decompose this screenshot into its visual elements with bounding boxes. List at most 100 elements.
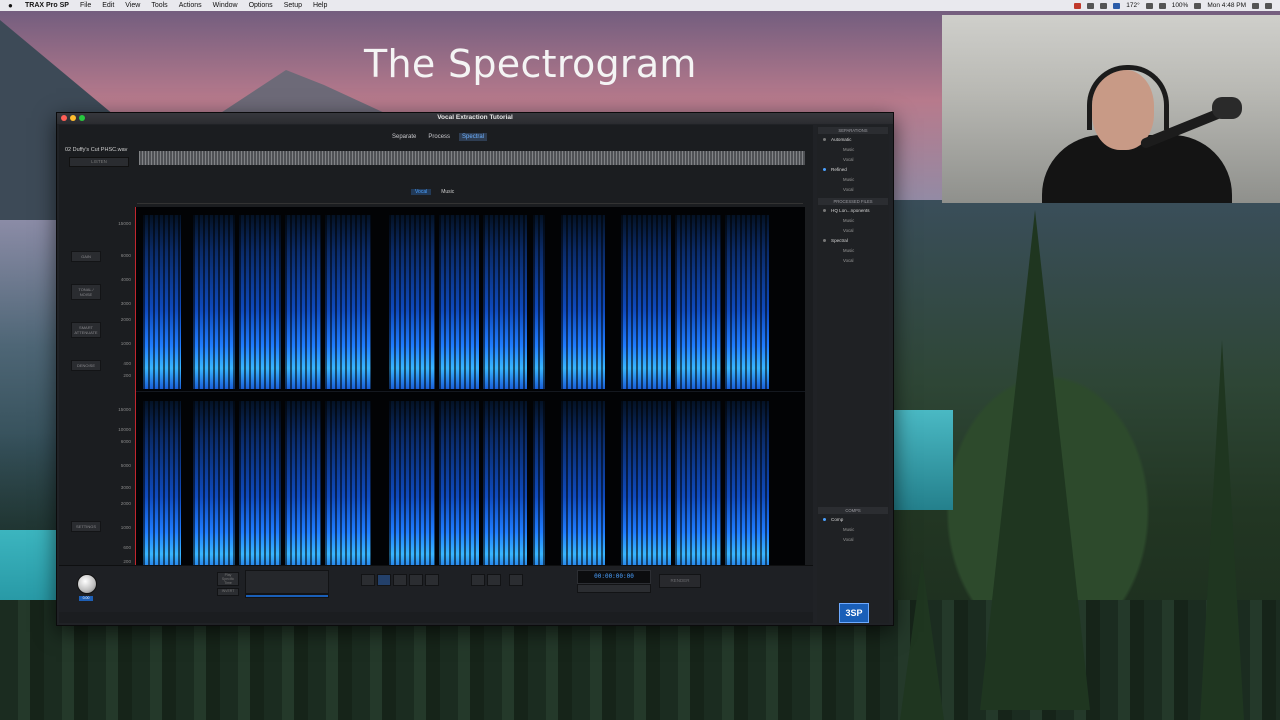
menu-actions[interactable]: Actions [179, 2, 202, 9]
freq-label: 200 [123, 559, 131, 564]
tab-separate[interactable]: Separate [389, 133, 419, 141]
view-tab-vocal[interactable]: Vocal [411, 189, 432, 195]
hand-tool-icon[interactable] [509, 574, 523, 586]
spectral-energy-band [439, 401, 479, 575]
selection-tool-icon[interactable] [361, 574, 375, 586]
sidebar-subitem-music[interactable]: Music [817, 144, 889, 154]
apple-menu-icon[interactable]: ● [8, 1, 18, 10]
menu-tools[interactable]: Tools [151, 2, 167, 9]
wifi-icon[interactable] [1145, 2, 1153, 9]
headphones-icon [1087, 65, 1169, 130]
timecode-display: 00:00:00:00 [577, 570, 651, 584]
tab-spectral[interactable]: Spectral [459, 133, 488, 141]
spectral-energy-band [143, 215, 181, 389]
sidebar-subitem-vocal[interactable]: Vocal [817, 184, 889, 194]
search-icon[interactable] [1252, 2, 1259, 9]
freq-label: 10000 [118, 427, 131, 432]
sidebar-item-automatic[interactable]: Automatic [817, 134, 889, 144]
freq-label: 200 [123, 373, 131, 378]
spectral-energy-band [193, 401, 235, 575]
item-dot [823, 138, 826, 141]
clock[interactable]: Mon 4:48 PM [1207, 2, 1246, 9]
webcam-overlay [942, 15, 1280, 203]
freq-label: 6000 [120, 439, 131, 444]
spectral-energy-band [725, 401, 769, 575]
menu-view[interactable]: View [125, 2, 140, 9]
time-select-tool-icon[interactable] [393, 574, 407, 586]
render-button[interactable]: RENDER [659, 574, 701, 588]
spectral-energy-band [239, 401, 281, 575]
title-bar[interactable]: Vocal Extraction Tutorial [57, 113, 893, 124]
volume-icon[interactable] [1158, 2, 1166, 9]
freq-label: 3000 [120, 301, 131, 306]
zoom-slider[interactable] [245, 594, 329, 598]
sidebar-subitem-music[interactable]: Music [817, 245, 889, 255]
zoom-in-icon[interactable] [471, 574, 485, 586]
menu-window[interactable]: Window [213, 2, 238, 9]
spectral-energy-band [239, 215, 281, 389]
sidebar-item-refined[interactable]: Refined [817, 164, 889, 174]
spectrogram-channel-right[interactable] [135, 393, 805, 577]
sidebar-subitem-vocal[interactable]: Vocal [817, 154, 889, 164]
status-icon[interactable] [1087, 2, 1095, 9]
spectral-energy-band [725, 215, 769, 389]
magnifier-icon[interactable] [487, 574, 501, 586]
spectral-energy-band [439, 215, 479, 389]
menu-file[interactable]: File [80, 2, 91, 9]
view-tab-music[interactable]: Music [437, 189, 458, 195]
tool-column: GAIN TONAL / NOISE SMART ATTENUATE DENOI… [71, 251, 105, 554]
gain-knob-value: 0.00 [79, 596, 93, 601]
tree [1200, 340, 1244, 720]
spectral-energy-band [561, 215, 605, 389]
sidebar-subitem-music[interactable]: Music [817, 215, 889, 225]
menu-setup[interactable]: Setup [284, 2, 302, 9]
tonal-noise-tool-button[interactable]: TONAL / NOISE [71, 284, 101, 300]
sidebar-subitem-music[interactable]: Music [817, 524, 889, 534]
status-icon[interactable] [1113, 2, 1121, 9]
spectral-energy-band [143, 401, 181, 575]
menu-edit[interactable]: Edit [102, 2, 114, 9]
spectral-energy-band [325, 401, 371, 575]
battery-icon[interactable] [1194, 2, 1202, 9]
transport-controls[interactable] [577, 584, 651, 593]
brush-tool-icon[interactable] [377, 574, 391, 586]
menu-app-name[interactable]: TRAX Pro SP [25, 2, 69, 9]
gain-tool-button[interactable]: GAIN [71, 251, 101, 262]
status-icon[interactable] [1100, 2, 1108, 9]
tab-process[interactable]: Process [425, 133, 453, 141]
spectrogram-channel-left[interactable] [135, 207, 805, 391]
menu-help[interactable]: Help [313, 2, 327, 9]
tree [900, 560, 944, 720]
settings-button[interactable]: SETTINGS [71, 521, 101, 532]
sidebar-subitem-vocal[interactable]: Vocal [817, 225, 889, 235]
time-ruler[interactable] [137, 197, 803, 204]
spectral-energy-band [675, 401, 721, 575]
sidebar-subitem-music[interactable]: Music [817, 174, 889, 184]
play-specific-time-button[interactable]: Play Specific Time [217, 572, 239, 586]
window-title: Vocal Extraction Tutorial [437, 114, 513, 121]
sidebar-item-comp[interactable]: Comp [817, 514, 889, 524]
tree [980, 210, 1090, 710]
battery-readout[interactable]: 100% [1172, 2, 1189, 9]
sidebar-subitem-vocal[interactable]: Vocal [817, 255, 889, 265]
playhead[interactable] [135, 207, 136, 577]
notification-center-icon[interactable] [1265, 2, 1272, 9]
sidebar: SEPARATIONS Automatic Music Vocal Refine… [817, 125, 889, 623]
sidebar-item-spectral[interactable]: Spectral [817, 235, 889, 245]
waveform-overview[interactable] [139, 151, 805, 165]
listen-button[interactable]: LISTEN [69, 157, 129, 167]
spectrogram[interactable] [135, 207, 805, 577]
lasso-tool-icon[interactable] [425, 574, 439, 586]
freq-label: 4000 [120, 277, 131, 282]
smart-attenuate-tool-button[interactable]: SMART ATTENUATE [71, 322, 101, 338]
status-icon[interactable] [1074, 2, 1082, 9]
menu-options[interactable]: Options [249, 2, 273, 9]
denoise-tool-button[interactable]: DENOISE [71, 360, 101, 371]
invert-button[interactable]: INVERT [217, 588, 239, 596]
temperature-readout[interactable]: 172° [1126, 2, 1139, 9]
sidebar-subitem-vocal[interactable]: Vocal [817, 534, 889, 544]
freq-select-tool-icon[interactable] [409, 574, 423, 586]
sidebar-item-hq[interactable]: HQ Lon...nponents [817, 205, 889, 215]
gain-knob[interactable] [77, 574, 97, 594]
